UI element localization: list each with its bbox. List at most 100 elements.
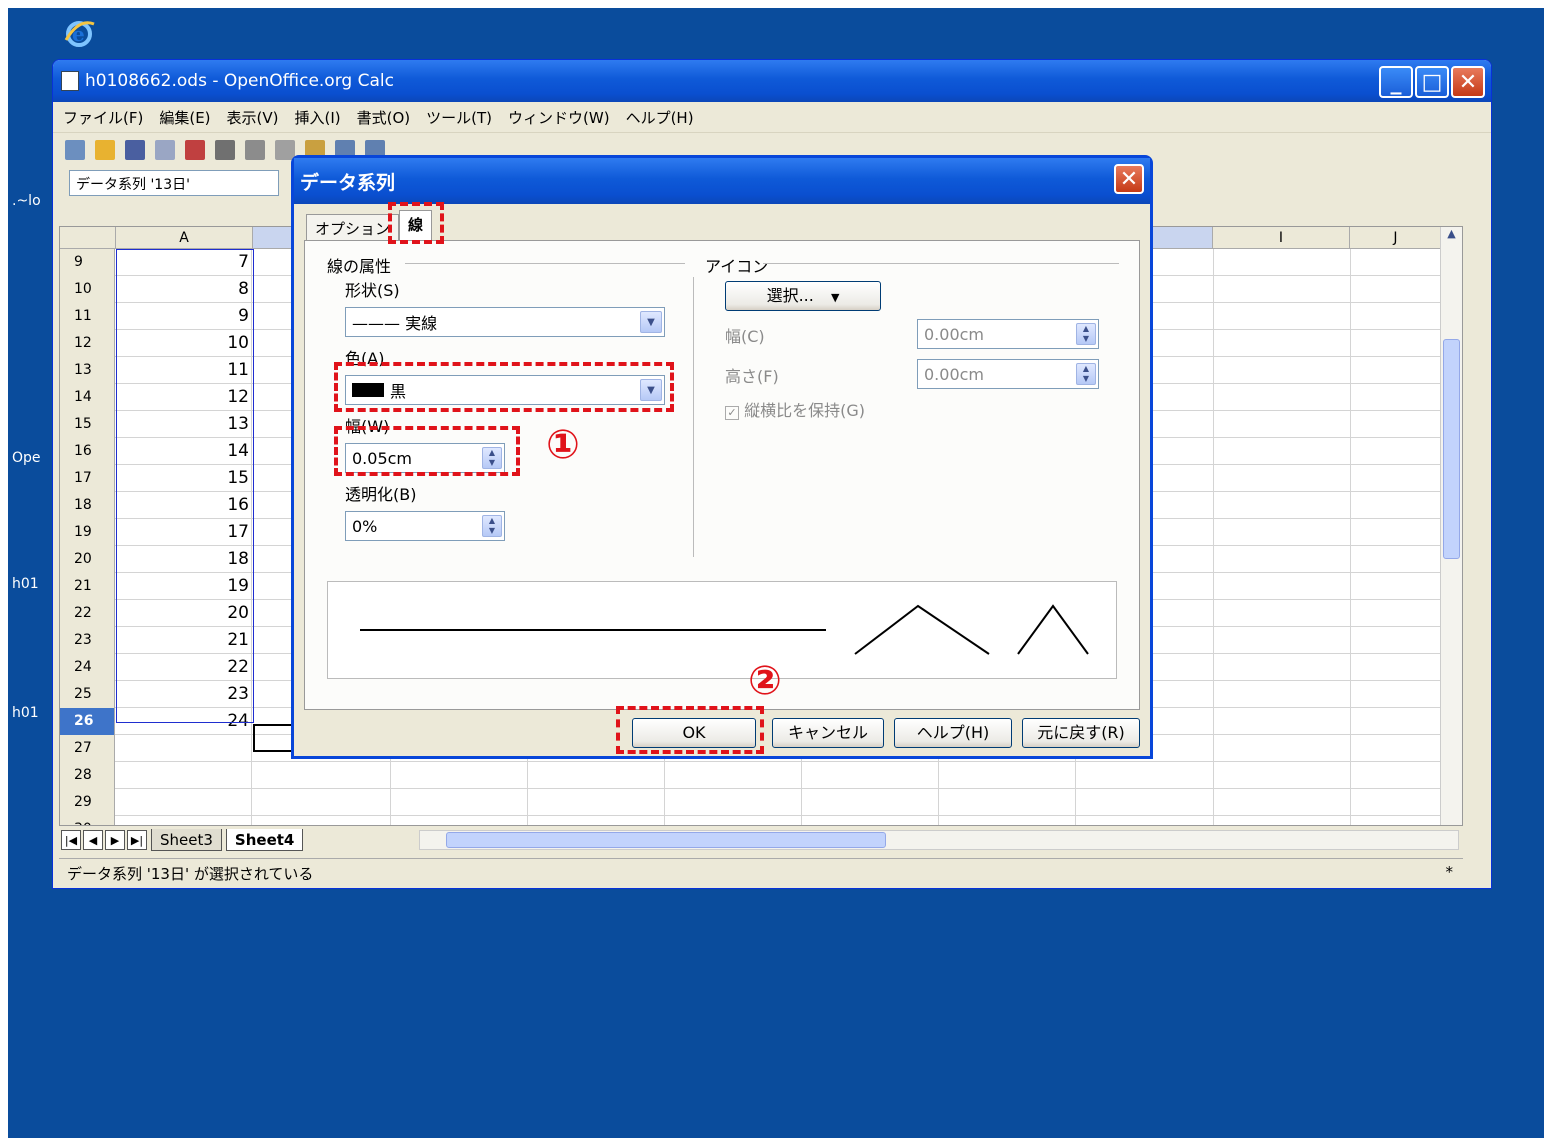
reset-button[interactable]: 元に戻す(R) xyxy=(1022,718,1140,748)
prev-sheet-icon[interactable]: ◀ xyxy=(83,830,103,850)
row-header[interactable]: 18 xyxy=(60,492,115,519)
row-header[interactable]: 28 xyxy=(60,762,115,789)
corner-cell[interactable] xyxy=(60,227,116,249)
line-shape-select[interactable]: ——— 実線 ▼ xyxy=(345,307,665,337)
row-header[interactable]: 23 xyxy=(60,627,115,654)
chevron-down-icon[interactable]: ▼ xyxy=(640,379,662,401)
next-sheet-icon[interactable]: ▶ xyxy=(105,830,125,850)
row-header[interactable]: 30 xyxy=(60,816,115,825)
vertical-scroll-thumb[interactable] xyxy=(1443,339,1460,559)
print-icon[interactable] xyxy=(215,139,235,160)
email-icon[interactable] xyxy=(155,139,175,160)
icon-height-spinbox[interactable]: 0.00cm ▲ ▼ xyxy=(917,359,1099,389)
cell-a[interactable]: 24 xyxy=(116,708,252,735)
row-header[interactable]: 26 xyxy=(60,708,115,735)
help-button[interactable]: ヘルプ(H) xyxy=(894,718,1012,748)
minimize-button[interactable]: _ xyxy=(1379,66,1413,98)
spin-arrows-icon[interactable]: ▲ ▼ xyxy=(1076,363,1096,385)
dialog-title[interactable]: データ系列 xyxy=(294,158,1150,204)
cell-a[interactable] xyxy=(116,762,252,789)
sheet-tab-sheet4[interactable]: Sheet4 xyxy=(225,829,304,851)
line-width-spinbox[interactable]: 0.05cm ▲ ▼ xyxy=(345,443,505,473)
cell-a[interactable]: 23 xyxy=(116,681,252,708)
menu-format[interactable]: 書式(O) xyxy=(357,107,411,128)
cut-icon[interactable] xyxy=(245,139,265,160)
table-row[interactable]: 30 xyxy=(60,816,1462,825)
row-header[interactable]: 12 xyxy=(60,330,115,357)
column-header-a[interactable]: A xyxy=(116,227,253,249)
tab-options[interactable]: オプション xyxy=(306,214,400,240)
row-header[interactable]: 9 xyxy=(60,249,115,276)
row-header[interactable]: 19 xyxy=(60,519,115,546)
cell-a[interactable] xyxy=(116,735,252,762)
cancel-button[interactable]: キャンセル xyxy=(772,718,884,748)
column-header-j[interactable]: J xyxy=(1350,227,1442,249)
first-sheet-icon[interactable]: |◀ xyxy=(61,830,81,850)
cell-a[interactable]: 12 xyxy=(116,384,252,411)
menu-edit[interactable]: 編集(E) xyxy=(159,107,210,128)
cell-a[interactable]: 9 xyxy=(116,303,252,330)
scroll-up-icon[interactable]: ▲ xyxy=(1441,227,1462,249)
internet-explorer-icon[interactable]: e xyxy=(62,16,96,50)
cell-a[interactable]: 13 xyxy=(116,411,252,438)
close-button[interactable]: ✕ xyxy=(1451,66,1485,98)
keep-ratio-checkbox[interactable]: ✓ 縦横比を保持(G) xyxy=(725,397,865,421)
spin-arrows-icon[interactable]: ▲ ▼ xyxy=(482,515,502,537)
cell-a[interactable]: 11 xyxy=(116,357,252,384)
cell-a[interactable] xyxy=(116,816,252,825)
cell-a[interactable]: 21 xyxy=(116,627,252,654)
horizontal-scrollbar[interactable] xyxy=(419,830,1459,850)
checkbox-checked-icon[interactable]: ✓ xyxy=(725,406,739,420)
spin-arrows-icon[interactable]: ▲ ▼ xyxy=(482,447,502,469)
cell-a[interactable]: 22 xyxy=(116,654,252,681)
cell-a[interactable]: 15 xyxy=(116,465,252,492)
table-row[interactable]: 28 xyxy=(60,762,1462,789)
menu-view[interactable]: 表示(V) xyxy=(227,107,279,128)
row-header[interactable]: 29 xyxy=(60,789,115,816)
name-box[interactable]: データ系列 '13日' xyxy=(69,170,279,196)
open-folder-icon[interactable] xyxy=(95,139,115,160)
cell-a[interactable] xyxy=(116,789,252,816)
cell-a[interactable]: 7 xyxy=(116,249,252,276)
horizontal-scroll-thumb[interactable] xyxy=(446,832,886,848)
cell-a[interactable]: 19 xyxy=(116,573,252,600)
cell-a[interactable]: 10 xyxy=(116,330,252,357)
cell-a[interactable]: 14 xyxy=(116,438,252,465)
dialog-close-button[interactable]: ✕ xyxy=(1114,164,1144,194)
tab-line[interactable]: 線 xyxy=(399,210,433,240)
sheet-tab-sheet3[interactable]: Sheet3 xyxy=(151,829,222,851)
save-icon[interactable] xyxy=(125,139,145,160)
cell-a[interactable]: 20 xyxy=(116,600,252,627)
menu-tools[interactable]: ツール(T) xyxy=(426,107,492,128)
cell-a[interactable]: 17 xyxy=(116,519,252,546)
row-header[interactable]: 27 xyxy=(60,735,115,762)
icon-select-button[interactable]: 選択... ▼ xyxy=(725,281,881,311)
chevron-down-icon[interactable]: ▼ xyxy=(640,311,662,333)
line-color-select[interactable]: 黒 ▼ xyxy=(345,375,665,405)
export-pdf-icon[interactable] xyxy=(185,139,205,160)
new-document-icon[interactable] xyxy=(65,139,85,160)
cell-a[interactable]: 8 xyxy=(116,276,252,303)
menu-help[interactable]: ヘルプ(H) xyxy=(626,107,694,128)
row-header[interactable]: 24 xyxy=(60,654,115,681)
row-header[interactable]: 14 xyxy=(60,384,115,411)
row-header[interactable]: 20 xyxy=(60,546,115,573)
row-header[interactable]: 11 xyxy=(60,303,115,330)
row-header[interactable]: 13 xyxy=(60,357,115,384)
table-row[interactable]: 29 xyxy=(60,789,1462,816)
menu-window[interactable]: ウィンドウ(W) xyxy=(508,107,610,128)
last-sheet-icon[interactable]: ▶| xyxy=(127,830,147,850)
row-header[interactable]: 15 xyxy=(60,411,115,438)
copy-icon[interactable] xyxy=(275,139,295,160)
row-header[interactable]: 21 xyxy=(60,573,115,600)
transparency-spinbox[interactable]: 0% ▲ ▼ xyxy=(345,511,505,541)
row-header[interactable]: 17 xyxy=(60,465,115,492)
vertical-scrollbar[interactable]: ▲ xyxy=(1440,227,1462,825)
maximize-button[interactable]: □ xyxy=(1415,66,1449,98)
window-titlebar[interactable]: h0108662.ods - OpenOffice.org Calc xyxy=(53,60,1491,102)
ok-button[interactable]: OK xyxy=(632,718,756,748)
row-header[interactable]: 16 xyxy=(60,438,115,465)
row-header[interactable]: 22 xyxy=(60,600,115,627)
icon-width-spinbox[interactable]: 0.00cm ▲ ▼ xyxy=(917,319,1099,349)
menu-insert[interactable]: 挿入(I) xyxy=(295,107,341,128)
